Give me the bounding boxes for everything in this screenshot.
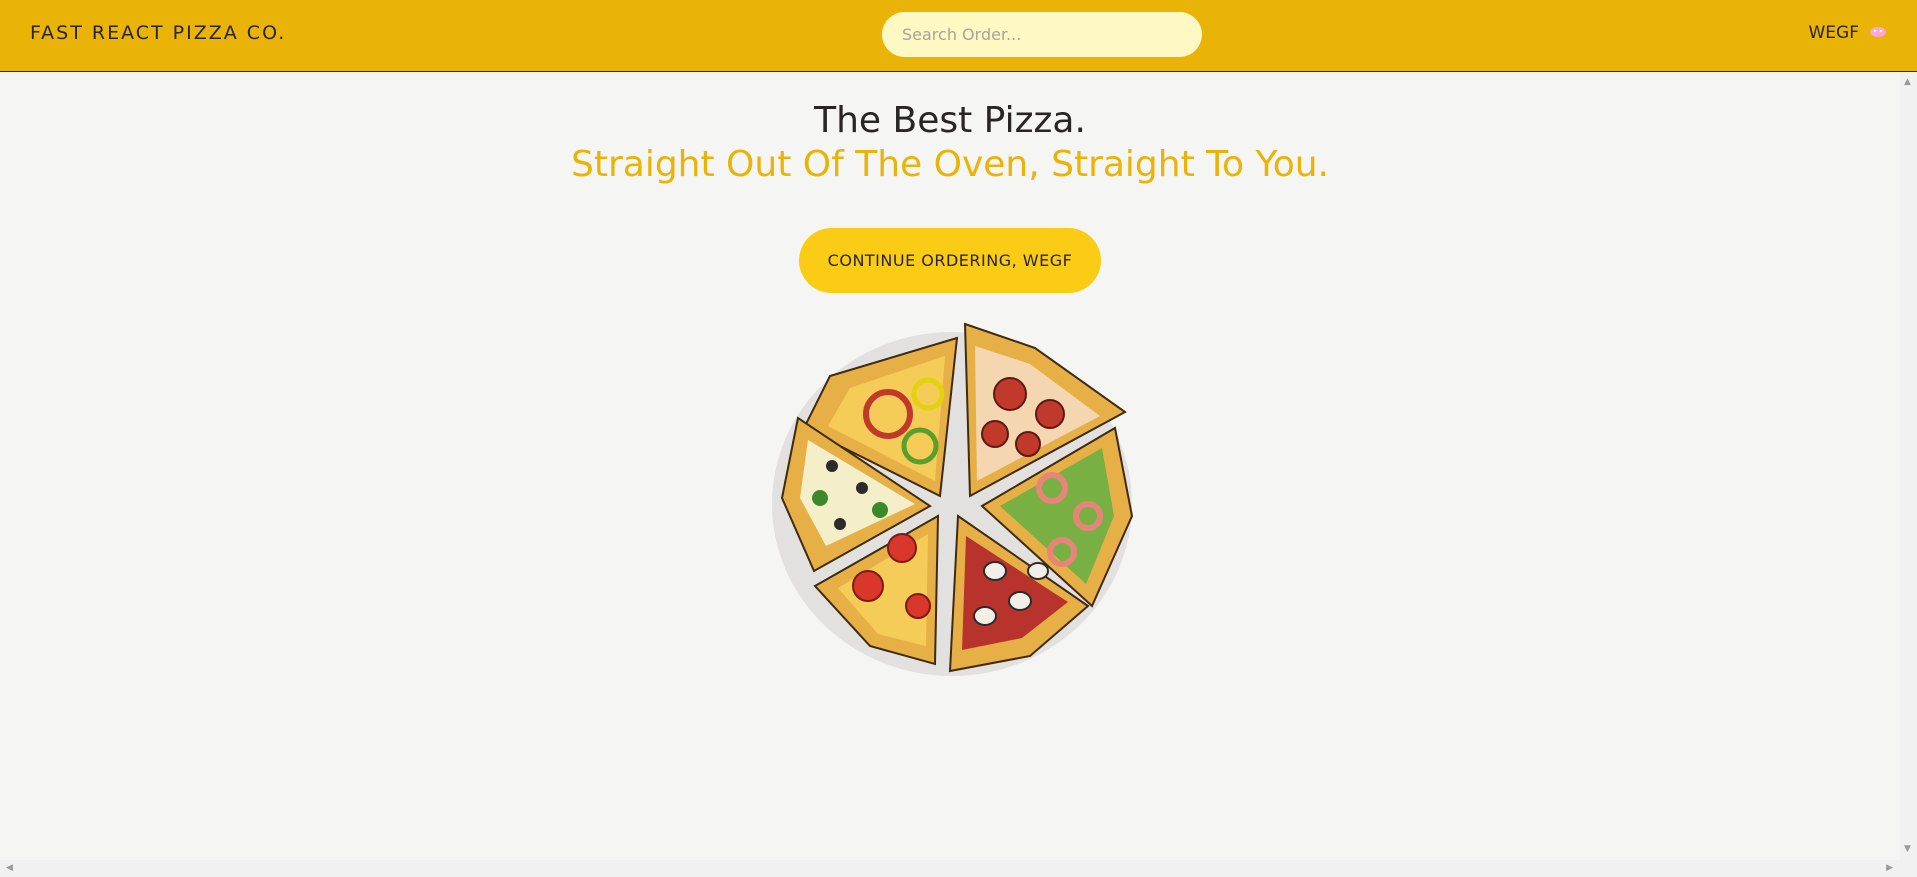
user-badge-icon xyxy=(1869,23,1887,43)
brand-logo-link[interactable]: FAST REACT PIZZA CO. xyxy=(30,22,286,44)
pizza-illustration xyxy=(772,322,1134,676)
scroll-right-icon[interactable]: ▶ xyxy=(1886,864,1893,873)
scroll-up-icon[interactable]: ▲ xyxy=(1904,78,1911,87)
app-header: FAST REACT PIZZA CO. WEGF xyxy=(0,0,1917,72)
scroll-down-icon[interactable]: ▼ xyxy=(1904,845,1911,854)
continue-ordering-button[interactable]: CONTINUE ORDERING, WEGF xyxy=(799,228,1101,293)
vertical-scrollbar[interactable]: ▲ ▼ xyxy=(1900,72,1917,860)
search-order-input[interactable] xyxy=(882,12,1202,57)
scroll-left-icon[interactable]: ◀ xyxy=(6,864,13,873)
hero-subtitle: Straight Out Of The Oven, Straight To Yo… xyxy=(570,144,1329,185)
hero-title: The Best Pizza. xyxy=(814,100,1086,141)
user-menu: WEGF xyxy=(1808,23,1887,43)
horizontal-scrollbar[interactable]: ◀ ▶ xyxy=(0,860,1917,877)
username-label: WEGF xyxy=(1808,23,1859,43)
